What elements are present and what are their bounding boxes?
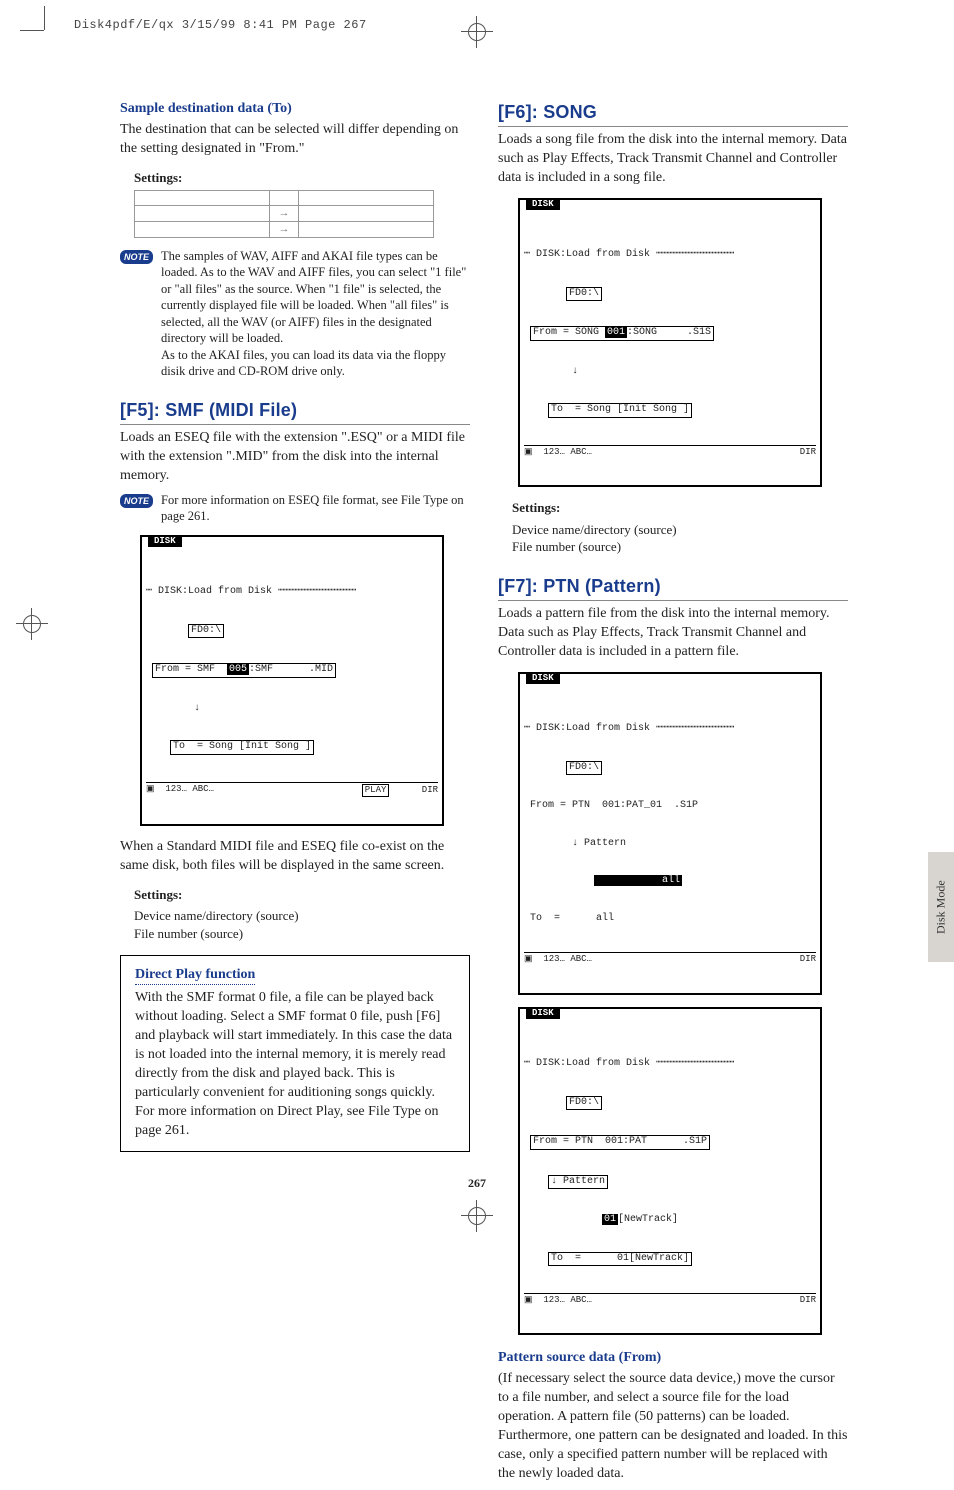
lcd-footer: ▣ 123… ABC… DIR <box>524 952 816 965</box>
lcd-footer-item: 123… ABC… <box>165 784 214 794</box>
direct-play-callout: Direct Play function With the SMF format… <box>120 955 470 1152</box>
lcd-line: DISK:Load from Disk <box>536 249 650 260</box>
heading-pattern-source: Pattern source data (From) <box>498 1349 848 1368</box>
lcd-tab: DISK <box>526 673 560 684</box>
settings-table: → → <box>134 190 434 238</box>
lcd-footer: ▣ 123… ABC… PLAY DIR <box>146 782 438 797</box>
lcd-line: ↓ Pattern <box>572 838 626 849</box>
lcd-footer-item: DIR <box>800 954 816 965</box>
heading-sample-destination: Sample destination data (To) <box>120 100 470 119</box>
note-block: NOTE The samples of WAV, AIFF and AKAI f… <box>120 248 470 380</box>
lcd-line: FD0:\ <box>566 761 602 776</box>
lcd-line: From = PTN 001:PAT .S1P <box>530 1135 710 1150</box>
registration-mark-icon <box>16 608 48 640</box>
lcd-footer-item: DIR <box>800 1295 816 1306</box>
lcd-line: DISK:Load from Disk <box>536 723 650 734</box>
lcd-line: :SMF .MID <box>249 664 333 675</box>
print-header: Disk4pdf/E/qx 3/15/99 8:41 PM Page 267 <box>74 18 367 32</box>
crop-mark-icon <box>44 30 74 60</box>
note-badge-icon: NOTE <box>120 494 153 508</box>
page-content: Sample destination data (To) The destina… <box>120 100 850 1490</box>
right-column: [F6]: SONG Loads a song file from the di… <box>498 100 848 1490</box>
lcd-footer: ▣ 123… ABC… DIR <box>524 445 816 458</box>
settings-body: Device name/directory (source) File numb… <box>512 521 848 556</box>
lcd-cursor: 001 <box>605 327 627 338</box>
side-tab: Disk Mode <box>928 852 954 962</box>
lcd-footer-item: PLAY <box>362 784 390 797</box>
body-text: When a Standard MIDI file and ESEQ file … <box>120 838 470 876</box>
lcd-footer-item: DIR <box>800 447 816 458</box>
lcd-line: FD0:\ <box>566 1096 602 1111</box>
registration-mark-icon <box>461 16 493 48</box>
lcd-cursor: 005 <box>227 664 249 675</box>
lcd-footer-item: DIR <box>422 785 438 795</box>
lcd-tab: DISK <box>148 536 182 547</box>
lcd-line: [NewTrack] <box>618 1214 678 1225</box>
lcd-line: From = PTN 001:PAT_01 .S1P <box>530 800 698 811</box>
lcd-tab: DISK <box>526 199 560 210</box>
lcd-line: To = all <box>530 913 614 924</box>
lcd-line: From = SMF <box>155 664 227 675</box>
lcd-line: To = Song [Init Song ] <box>548 403 692 418</box>
lcd-line: FD0:\ <box>188 624 224 639</box>
heading-f6: [F6]: SONG <box>498 100 848 127</box>
lcd-line: To = 01[NewTrack] <box>548 1252 692 1267</box>
lcd-footer-item: 123… ABC… <box>543 447 592 457</box>
lcd-footer-item: 123… ABC… <box>543 954 592 964</box>
body-text: Loads an ESEQ file with the extension ".… <box>120 429 470 486</box>
note-text: For more information on ESEQ file format… <box>161 492 470 525</box>
lcd-footer-item: 123… ABC… <box>543 1295 592 1305</box>
settings-label: Settings: <box>512 499 848 517</box>
callout-heading: Direct Play function <box>135 966 255 986</box>
lcd-line: :SONG .S1S <box>627 327 711 338</box>
settings-body: Device name/directory (source) File numb… <box>134 907 470 942</box>
settings-label: Settings: <box>134 886 470 904</box>
note-block: NOTE For more information on ESEQ file f… <box>120 492 470 525</box>
body-text: Loads a pattern file from the disk into … <box>498 605 848 662</box>
heading-f7: [F7]: PTN (Pattern) <box>498 574 848 601</box>
callout-body: With the SMF format 0 file, a file can b… <box>135 989 455 1140</box>
lcd-screenshot-ptn-all: DISK ┉ DISK:Load from Disk ┉┉┉┉┉┉┉┉┉┉┉┉┉… <box>518 672 822 995</box>
heading-f5: [F5]: SMF (MIDI File) <box>120 398 470 425</box>
lcd-line: To = Song [Init Song ] <box>170 740 314 755</box>
lcd-cursor: all <box>594 875 682 886</box>
lcd-screenshot-ptn-one: DISK ┉ DISK:Load from Disk ┉┉┉┉┉┉┉┉┉┉┉┉┉… <box>518 1007 822 1336</box>
lcd-screenshot-smf: DISK ┉ DISK:Load from Disk ┉┉┉┉┉┉┉┉┉┉┉┉┉… <box>140 535 444 826</box>
page-number: 267 <box>0 1176 954 1191</box>
settings-label: Settings: <box>134 169 470 187</box>
lcd-line: DISK:Load from Disk <box>158 586 272 597</box>
lcd-footer: ▣ 123… ABC… DIR <box>524 1293 816 1306</box>
lcd-line: FD0:\ <box>566 287 602 302</box>
lcd-cursor: 01 <box>602 1214 618 1225</box>
lcd-screenshot-song: DISK ┉ DISK:Load from Disk ┉┉┉┉┉┉┉┉┉┉┉┉┉… <box>518 198 822 487</box>
left-column: Sample destination data (To) The destina… <box>120 100 470 1490</box>
note-text: The samples of WAV, AIFF and AKAI file t… <box>161 248 470 380</box>
lcd-line: DISK:Load from Disk <box>536 1058 650 1069</box>
note-badge-icon: NOTE <box>120 250 153 264</box>
body-text: Loads a song file from the disk into the… <box>498 131 848 188</box>
lcd-line: From = SONG <box>533 327 605 338</box>
lcd-tab: DISK <box>526 1008 560 1019</box>
body-text: The destination that can be selected wil… <box>120 121 470 159</box>
body-text: (If necessary select the source data dev… <box>498 1370 848 1483</box>
